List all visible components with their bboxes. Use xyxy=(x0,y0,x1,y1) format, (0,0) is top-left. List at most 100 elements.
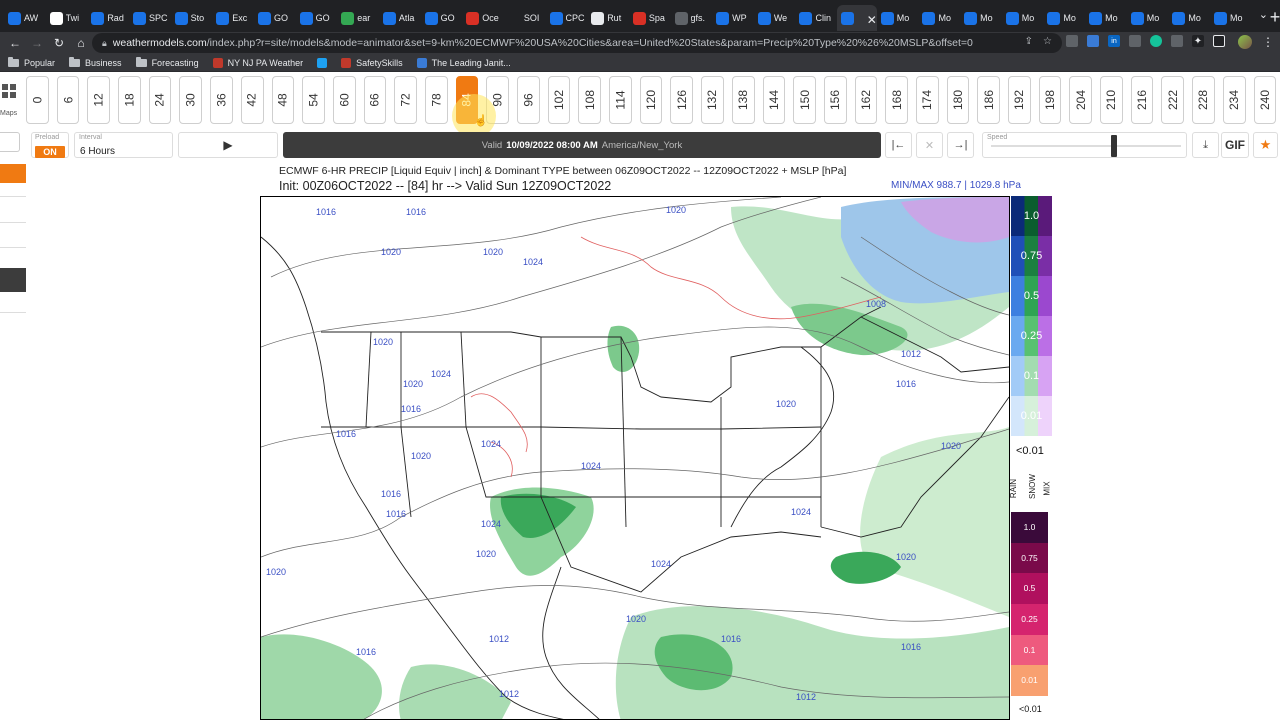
forecast-hour-204[interactable]: 204 xyxy=(1069,76,1093,124)
browser-tab-active[interactable]: ✕ xyxy=(837,5,877,31)
tab-search-icon[interactable]: ⌄ xyxy=(1259,8,1268,21)
back-button[interactable]: ← xyxy=(4,36,26,50)
extension-icon[interactable] xyxy=(1171,35,1183,47)
bookmark-folder[interactable]: Business xyxy=(69,56,122,68)
browser-tab[interactable]: Mo xyxy=(1127,5,1169,31)
sidebar-active-item[interactable] xyxy=(0,164,26,183)
sidebar-toggle[interactable] xyxy=(0,132,20,152)
bookmark-folder[interactable]: Popular xyxy=(8,56,55,68)
bookmark-item[interactable]: SafetySkills xyxy=(341,57,403,68)
forecast-hour-6[interactable]: 6 xyxy=(56,76,80,124)
download-button[interactable]: ⤓ xyxy=(1192,132,1219,158)
forward-button[interactable]: → xyxy=(26,36,48,50)
stop-button[interactable]: ✕ xyxy=(916,132,943,158)
forecast-hour-54[interactable]: 54 xyxy=(302,76,325,124)
browser-tab[interactable]: Mo xyxy=(877,5,919,31)
browser-tab[interactable]: AW xyxy=(4,5,46,31)
browser-tab[interactable]: SOI xyxy=(504,5,546,31)
interval-select[interactable]: Interval 6 Hours xyxy=(74,132,173,158)
forecast-hour-48[interactable]: 48 xyxy=(271,76,295,124)
new-tab-button[interactable]: + xyxy=(1270,7,1280,28)
forecast-hour-60[interactable]: 60 xyxy=(332,76,356,124)
forecast-hour-30[interactable]: 30 xyxy=(179,76,203,124)
bookmark-folder[interactable]: Forecasting xyxy=(135,56,199,68)
forecast-hour-132[interactable]: 132 xyxy=(701,76,724,124)
grammarly-extension-icon[interactable] xyxy=(1150,35,1162,47)
profile-avatar[interactable] xyxy=(1238,35,1252,49)
puzzle-icon[interactable]: ✦ xyxy=(1192,35,1204,47)
browser-tab[interactable]: SPC xyxy=(129,5,171,31)
forecast-hour-12[interactable]: 12 xyxy=(87,76,111,124)
preload-toggle[interactable]: Preload ON xyxy=(31,132,69,158)
forecast-hour-150[interactable]: 150 xyxy=(793,76,816,124)
gif-button[interactable]: GIF xyxy=(1221,132,1249,158)
url-text[interactable]: weathermodels.com/index.php?r=site/model… xyxy=(113,37,1013,49)
side-panel-icon[interactable] xyxy=(1213,35,1225,47)
forecast-hour-18[interactable]: 18 xyxy=(118,76,141,124)
forecast-hour-36[interactable]: 36 xyxy=(210,76,233,124)
bookmark-item[interactable]: NY NJ PA Weather xyxy=(212,57,303,68)
bookmark-item[interactable] xyxy=(317,57,328,68)
forecast-hour-156[interactable]: 156 xyxy=(823,76,847,124)
extension-icon[interactable] xyxy=(1129,35,1141,47)
forecast-hour-102[interactable]: 102 xyxy=(547,76,571,124)
browser-tab[interactable]: CPC xyxy=(546,5,588,31)
forecast-hour-138[interactable]: 138 xyxy=(731,76,755,124)
browser-tab[interactable]: ear xyxy=(337,5,379,31)
address-bar[interactable]: 🔒︎ weathermodels.com/index.php?r=site/mo… xyxy=(92,33,1062,53)
browser-tab[interactable]: GO xyxy=(254,5,296,31)
forecast-hour-24[interactable]: 24 xyxy=(148,76,172,124)
forecast-hour-234[interactable]: 234 xyxy=(1222,76,1246,124)
forecast-hour-228[interactable]: 228 xyxy=(1192,76,1215,124)
forecast-hour-162[interactable]: 162 xyxy=(854,76,878,124)
browser-tab[interactable]: Mo xyxy=(1168,5,1210,31)
browser-tab[interactable]: Mo xyxy=(960,5,1002,31)
forecast-hour-90[interactable]: 90 xyxy=(486,76,509,124)
browser-tab[interactable]: Sto xyxy=(171,5,213,31)
forecast-hour-114[interactable]: 114 xyxy=(609,76,632,124)
browser-tab[interactable]: GO xyxy=(421,5,463,31)
browser-tab[interactable]: gfs. xyxy=(671,5,713,31)
browser-tab[interactable]: We xyxy=(754,5,796,31)
sidebar-item-dark[interactable] xyxy=(0,268,26,292)
browser-tab[interactable]: Twi xyxy=(46,5,88,31)
forecast-hour-120[interactable]: 120 xyxy=(639,76,663,124)
browser-tab[interactable]: Mo xyxy=(918,5,960,31)
forecast-hour-108[interactable]: 108 xyxy=(578,76,602,124)
last-frame-button[interactable]: →| xyxy=(947,132,974,158)
forecast-hour-174[interactable]: 174 xyxy=(915,76,939,124)
extension-icon[interactable] xyxy=(1087,35,1099,47)
browser-tab[interactable]: Mo xyxy=(1085,5,1127,31)
forecast-hour-198[interactable]: 198 xyxy=(1038,76,1062,124)
share-icon[interactable]: ⇪ xyxy=(1025,36,1033,47)
forecast-hour-222[interactable]: 222 xyxy=(1161,76,1185,124)
browser-tab[interactable]: Clin xyxy=(795,5,837,31)
browser-tab[interactable]: Oce xyxy=(462,5,504,31)
favorite-star-button[interactable]: ★ xyxy=(1253,132,1278,158)
bookmark-item[interactable]: The Leading Janit... xyxy=(416,57,511,68)
forecast-hour-84[interactable]: 84 xyxy=(455,76,479,124)
first-frame-button[interactable]: |← xyxy=(885,132,912,158)
forecast-hour-168[interactable]: 168 xyxy=(885,76,908,124)
forecast-hour-186[interactable]: 186 xyxy=(977,76,1000,124)
bookmark-star-icon[interactable]: ☆ xyxy=(1043,36,1052,47)
maps-grid-icon[interactable] xyxy=(0,82,18,104)
browser-menu-icon[interactable]: ⋮ xyxy=(1262,35,1274,49)
speed-handle[interactable] xyxy=(1110,135,1117,157)
browser-tab[interactable]: Mo xyxy=(1043,5,1085,31)
forecast-hour-216[interactable]: 216 xyxy=(1130,76,1154,124)
browser-tab[interactable]: Rad xyxy=(87,5,129,31)
extension-icon[interactable] xyxy=(1066,35,1078,47)
forecast-hour-78[interactable]: 78 xyxy=(424,76,448,124)
browser-tab[interactable]: Exc xyxy=(212,5,254,31)
forecast-hour-180[interactable]: 180 xyxy=(946,76,970,124)
forecast-hour-144[interactable]: 144 xyxy=(762,76,786,124)
browser-tab[interactable]: Spa xyxy=(629,5,671,31)
forecast-hour-96[interactable]: 96 xyxy=(517,76,540,124)
forecast-hour-210[interactable]: 210 xyxy=(1100,76,1123,124)
browser-tab[interactable]: WP xyxy=(712,5,754,31)
forecast-hour-42[interactable]: 42 xyxy=(240,76,264,124)
browser-tab[interactable]: Atla xyxy=(379,5,421,31)
forecast-hour-72[interactable]: 72 xyxy=(394,76,417,124)
browser-tab[interactable]: Rut xyxy=(587,5,629,31)
